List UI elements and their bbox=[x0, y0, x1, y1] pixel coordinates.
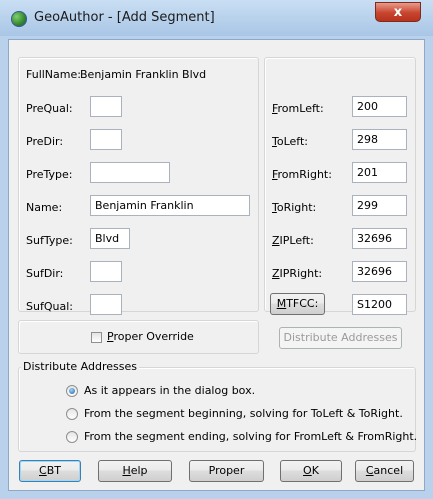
pretype-field[interactable] bbox=[90, 162, 170, 183]
title-bar[interactable]: GeoAuthor - [Add Segment] x bbox=[0, 0, 433, 36]
cancel-button[interactable]: Cancel bbox=[355, 460, 414, 482]
help-button[interactable]: Help bbox=[98, 460, 172, 482]
toright-label: ToRight: bbox=[272, 201, 316, 214]
fullname-value: Benjamin Franklin Blvd bbox=[80, 68, 207, 81]
fromright-label-text: romRight: bbox=[277, 168, 332, 181]
distribute-addresses-button[interactable]: Distribute Addresses bbox=[279, 327, 402, 349]
radio-as-appears[interactable] bbox=[66, 385, 78, 397]
toleft-label-text: oLeft: bbox=[276, 135, 308, 148]
suftype-field[interactable]: Blvd bbox=[90, 228, 130, 249]
cancel-accel: C bbox=[365, 464, 374, 477]
zipleft-accel: Z bbox=[272, 234, 280, 247]
ok-accel: O bbox=[303, 464, 312, 477]
prequal-label: PreQual: bbox=[26, 102, 73, 115]
fromright-label: FromRight: bbox=[272, 168, 332, 181]
sufdir-field[interactable] bbox=[90, 261, 122, 282]
radio-as-appears-label[interactable]: As it appears in the dialog box. bbox=[84, 384, 255, 397]
close-icon[interactable]: x bbox=[375, 2, 421, 22]
zipleft-field[interactable]: 32696 bbox=[352, 228, 407, 249]
fromleft-label: FromLeft: bbox=[272, 102, 324, 115]
distribute-addresses-group: As it appears in the dialog box. From th… bbox=[18, 367, 417, 452]
zipleft-label: ZIPLeft: bbox=[272, 234, 314, 247]
distribute-group-title: Distribute Addresses bbox=[21, 360, 139, 373]
proper-override-label-text: roper Override bbox=[113, 330, 194, 343]
help-label-text: elp bbox=[130, 464, 148, 477]
toleft-label: ToLeft: bbox=[272, 135, 308, 148]
help-accel: H bbox=[122, 464, 131, 477]
cbt-accel: C bbox=[39, 464, 47, 477]
radio-segment-ending[interactable] bbox=[66, 431, 78, 443]
fromright-field[interactable]: 201 bbox=[352, 162, 407, 183]
pretype-label: PreType: bbox=[26, 168, 73, 181]
cbt-label-text: BT bbox=[46, 464, 61, 477]
sufqual-label: SufQual: bbox=[26, 300, 73, 313]
proper-override-group: Proper Override bbox=[18, 320, 259, 354]
geoauthor-app-icon bbox=[11, 11, 27, 27]
ok-button[interactable]: OK bbox=[280, 460, 342, 482]
fromleft-field[interactable]: 200 bbox=[352, 96, 407, 117]
fromleft-label-text: romLeft: bbox=[277, 102, 324, 115]
address-range-group: FromLeft: 200 ToLeft: 298 FromRight: 201… bbox=[264, 57, 416, 315]
window-title: GeoAuthor - [Add Segment] bbox=[34, 10, 215, 25]
proper-override-checkbox[interactable] bbox=[91, 332, 102, 343]
ok-label-text: K bbox=[311, 464, 319, 477]
radio-segment-beginning[interactable] bbox=[66, 408, 78, 420]
toright-field[interactable]: 299 bbox=[352, 195, 407, 216]
sufdir-label: SufDir: bbox=[26, 267, 64, 280]
sufqual-field[interactable] bbox=[90, 294, 122, 315]
mtfcc-label-text: TFCC: bbox=[286, 297, 319, 310]
proper-button[interactable]: Proper bbox=[189, 460, 264, 482]
zipleft-label-text: IPLeft: bbox=[279, 234, 314, 247]
radio-segment-beginning-label[interactable]: From the segment beginning, solving for … bbox=[84, 407, 403, 420]
dialog-client-area: FullName: Benjamin Franklin Blvd PreQual… bbox=[8, 39, 425, 491]
zipright-label: ZIPRight: bbox=[272, 267, 322, 280]
predir-field[interactable] bbox=[90, 129, 122, 150]
mtfcc-button[interactable]: MTFCC: bbox=[270, 293, 325, 315]
toleft-field[interactable]: 298 bbox=[352, 129, 407, 150]
radio-segment-ending-label[interactable]: From the segment ending, solving for Fro… bbox=[84, 430, 417, 443]
zipright-label-text: IPRight: bbox=[279, 267, 323, 280]
cbt-button[interactable]: CBT bbox=[19, 460, 81, 482]
proper-override-label[interactable]: Proper Override bbox=[107, 330, 194, 343]
mtfcc-field[interactable]: S1200 bbox=[352, 294, 407, 315]
prequal-field[interactable] bbox=[90, 96, 122, 117]
name-label: Name: bbox=[26, 201, 63, 214]
name-field[interactable]: Benjamin Franklin bbox=[90, 195, 250, 216]
toright-label-text: oRight: bbox=[276, 201, 317, 214]
dialog-window: GeoAuthor - [Add Segment] x FullName: Be… bbox=[0, 0, 433, 499]
predir-label: PreDir: bbox=[26, 135, 64, 148]
zipright-field[interactable]: 32696 bbox=[352, 261, 407, 282]
street-name-group: FullName: Benjamin Franklin Blvd PreQual… bbox=[18, 57, 259, 315]
cancel-label-text: ancel bbox=[373, 464, 404, 477]
zipright-accel: Z bbox=[272, 267, 280, 280]
mtfcc-accel: M bbox=[276, 297, 287, 310]
suftype-label: SufType: bbox=[26, 234, 73, 247]
fullname-label: FullName: bbox=[26, 68, 81, 81]
